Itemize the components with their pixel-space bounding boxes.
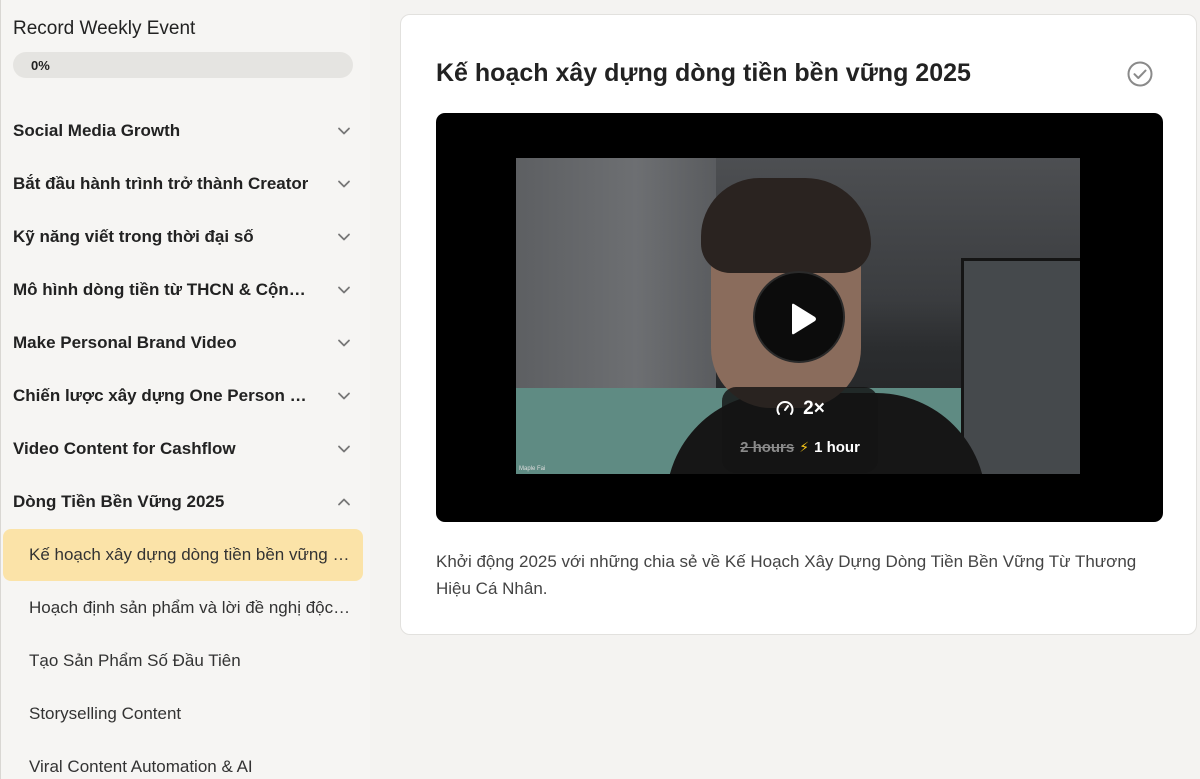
lesson-item[interactable]: Tạo Sản Phẩm Số Đầu Tiên <box>3 635 363 687</box>
video-player[interactable]: Maple Fai 2× 2 hours ⚡ 1 hour <box>436 113 1163 522</box>
section-one-person-business[interactable]: Chiến lược xây dựng One Person Business <box>13 381 353 411</box>
section-label: Make Personal Brand Video <box>13 333 237 352</box>
gauge-icon <box>776 401 794 415</box>
play-button[interactable] <box>753 271 845 363</box>
section-label: Social Media Growth <box>13 121 181 140</box>
lesson-item[interactable]: Storyselling Content <box>3 688 363 740</box>
section-label: Dòng Tiền Bền Vững 2025 <box>13 492 225 511</box>
chevron-down-icon <box>338 127 350 135</box>
speed-overlay[interactable]: 2× 2 hours ⚡ 1 hour <box>722 387 878 473</box>
new-duration: 1 hour <box>814 438 860 456</box>
section-video-content-cashflow[interactable]: Video Content for Cashflow <box>13 434 353 464</box>
section-sustainable-cashflow-2025[interactable]: Dòng Tiền Bền Vững 2025 <box>13 487 353 517</box>
lesson-label: Storyselling Content <box>29 704 182 723</box>
chevron-down-icon <box>338 286 350 294</box>
section-label: Bắt đầu hành trình trở thành Creator <box>13 174 309 193</box>
lesson-label: Tạo Sản Phẩm Số Đầu Tiên <box>29 651 241 670</box>
check-circle-icon[interactable] <box>1125 59 1155 89</box>
lesson-item-active[interactable]: Kế hoạch xây dựng dòng tiền bền vững 202… <box>3 529 363 581</box>
lesson-card: Kế hoạch xây dựng dòng tiền bền vững 202… <box>400 14 1197 635</box>
lesson-description: Khởi động 2025 với những chia sẻ về Kế H… <box>436 552 1137 598</box>
section-social-media-growth[interactable]: Social Media Growth <box>13 116 353 146</box>
play-icon <box>792 303 816 335</box>
section-label: Chiến lược xây dựng One Person Business <box>13 386 313 405</box>
section-label: Mô hình dòng tiền từ THCN & Cộng đồng <box>13 280 313 299</box>
chevron-down-icon <box>338 339 350 347</box>
chevron-up-icon <box>338 498 350 506</box>
lesson-label: Hoạch định sản phẩm và lời đề nghị độc q… <box>29 598 353 617</box>
section-label: Video Content for Cashflow <box>13 439 236 458</box>
original-duration: 2 hours <box>740 438 795 456</box>
section-personal-brand-video[interactable]: Make Personal Brand Video <box>13 328 353 358</box>
lightning-icon: ⚡ <box>799 438 810 455</box>
progress-bar: 0% <box>13 52 353 78</box>
speaker-tag: Maple Fai <box>519 466 546 472</box>
chevron-down-icon <box>338 233 350 241</box>
course-title: Record Weekly Event <box>13 18 196 39</box>
speed-label: 2× <box>803 398 825 419</box>
section-digital-writing[interactable]: Kỹ năng viết trong thời đại số <box>13 222 353 252</box>
lesson-item[interactable]: Hoạch định sản phẩm và lời đề nghị độc q… <box>3 582 363 634</box>
lesson-label: Viral Content Automation & AI <box>29 757 253 776</box>
chevron-down-icon <box>338 180 350 188</box>
section-cashflow-model[interactable]: Mô hình dòng tiền từ THCN & Cộng đồng <box>13 275 353 305</box>
progress-label: 0% <box>31 58 50 73</box>
lesson-label: Kế hoạch xây dựng dòng tiền bền vững 202… <box>29 545 353 564</box>
lesson-item[interactable]: Viral Content Automation & AI <box>3 741 363 779</box>
chevron-down-icon <box>338 392 350 400</box>
section-label: Kỹ năng viết trong thời đại số <box>13 227 254 246</box>
sidebar: Record Weekly Event 0% Social Media Grow… <box>0 0 370 779</box>
lesson-title: Kế hoạch xây dựng dòng tiền bền vững 202… <box>436 59 971 87</box>
chevron-down-icon <box>338 445 350 453</box>
section-creator-journey[interactable]: Bắt đầu hành trình trở thành Creator <box>13 169 353 199</box>
